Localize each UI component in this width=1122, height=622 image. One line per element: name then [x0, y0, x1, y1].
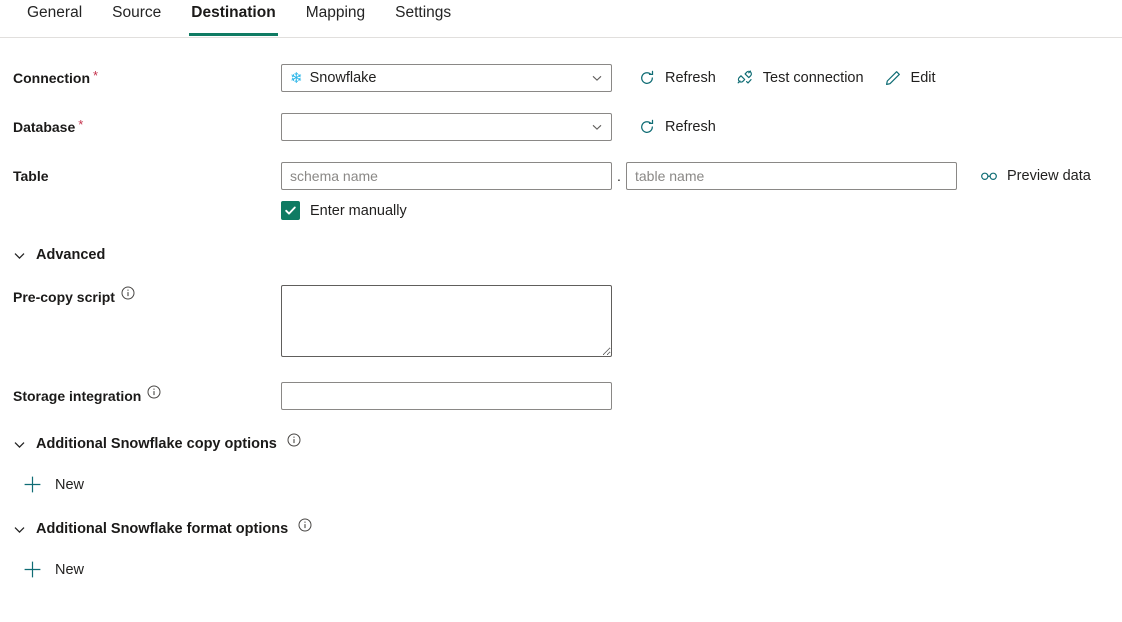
database-row: Database * Refresh [0, 113, 1122, 141]
pencil-icon [884, 69, 902, 87]
checkmark-icon [285, 206, 296, 215]
plug-check-icon [736, 69, 754, 87]
enter-manually-row: Enter manually [0, 201, 1122, 220]
refresh-icon [638, 69, 656, 87]
destination-form: Connection * ❄ Snowflake Refresh Test co… [0, 64, 1122, 583]
connection-row: Connection * ❄ Snowflake Refresh Test co… [0, 64, 1122, 92]
required-asterisk: * [78, 116, 84, 132]
add-copy-option-button[interactable]: New [21, 471, 92, 498]
tab-label: Settings [395, 4, 452, 21]
copy-options-new-row: New [0, 471, 1122, 498]
copy-options-label: Additional Snowflake copy options [36, 436, 277, 452]
glasses-icon [980, 167, 998, 185]
tab-label: Mapping [305, 4, 366, 21]
table-label: Table [13, 168, 49, 184]
format-options-section-header[interactable]: Additional Snowflake format options [0, 518, 1122, 537]
enter-manually-checkbox[interactable] [281, 201, 300, 220]
storage-integration-label: Storage integration [0, 385, 281, 404]
refresh-icon [638, 118, 656, 136]
connection-value-wrap: ❄ Snowflake [290, 70, 591, 86]
pre-copy-script-label: Pre-copy script [0, 285, 281, 305]
connection-label: Connection * [13, 67, 99, 87]
table-actions: Preview data [970, 163, 1101, 189]
storage-integration-input[interactable] [281, 382, 612, 410]
action-label: Test connection [762, 70, 864, 86]
chevron-down-icon [13, 438, 26, 451]
advanced-section-header[interactable]: Advanced [0, 247, 1122, 263]
connection-dropdown[interactable]: ❄ Snowflake [281, 64, 612, 92]
tab-mapping[interactable]: Mapping [291, 0, 380, 36]
action-label: Refresh [665, 70, 716, 86]
test-connection-button[interactable]: Test connection [726, 65, 874, 91]
action-label: Preview data [1007, 168, 1091, 184]
connection-value: Snowflake [309, 70, 377, 86]
plus-icon [23, 560, 42, 579]
info-icon[interactable] [147, 385, 161, 399]
edit-connection-button[interactable]: Edit [874, 65, 946, 91]
required-asterisk: * [93, 67, 99, 83]
add-format-option-button[interactable]: New [21, 556, 92, 583]
info-icon[interactable] [121, 286, 135, 300]
chevron-down-icon [13, 249, 26, 262]
schema-table-separator: . [617, 168, 621, 184]
storage-integration-row: Storage integration [0, 382, 1122, 410]
enter-manually-label[interactable]: Enter manually [310, 203, 407, 219]
connection-actions: Refresh Test connection Edit [628, 65, 946, 91]
tab-settings[interactable]: Settings [380, 0, 466, 36]
plus-icon [23, 475, 42, 494]
chevron-down-icon [591, 121, 603, 133]
schema-name-input[interactable] [281, 162, 612, 190]
database-actions: Refresh [628, 114, 726, 140]
new-label: New [55, 476, 85, 493]
advanced-label: Advanced [36, 247, 106, 263]
tab-source[interactable]: Source [97, 0, 176, 36]
format-options-label: Additional Snowflake format options [36, 521, 289, 537]
action-label: Edit [910, 70, 936, 86]
tab-general[interactable]: General [12, 0, 97, 36]
tab-label: Source [112, 4, 162, 21]
info-icon[interactable] [287, 433, 301, 447]
tab-bar: General Source Destination Mapping Setti… [0, 0, 1122, 38]
refresh-connection-button[interactable]: Refresh [628, 65, 726, 91]
pre-copy-script-textarea[interactable] [281, 285, 612, 357]
chevron-down-icon [13, 523, 26, 536]
table-row: Table . Preview data [0, 162, 1122, 190]
info-icon[interactable] [298, 518, 312, 532]
tab-label: Destination [191, 4, 276, 21]
preview-data-button[interactable]: Preview data [970, 163, 1101, 189]
pre-copy-script-row: Pre-copy script [0, 285, 1122, 357]
database-label: Database * [13, 116, 84, 136]
table-name-input[interactable] [626, 162, 957, 190]
tab-label: General [27, 4, 83, 21]
tab-destination[interactable]: Destination [176, 0, 290, 36]
copy-options-section-header[interactable]: Additional Snowflake copy options [0, 433, 1122, 452]
action-label: Refresh [665, 119, 716, 135]
format-options-new-row: New [0, 556, 1122, 583]
refresh-database-button[interactable]: Refresh [628, 114, 726, 140]
chevron-down-icon [591, 72, 603, 84]
snowflake-icon: ❄ [290, 70, 303, 86]
new-label: New [55, 561, 85, 578]
database-dropdown[interactable] [281, 113, 612, 141]
